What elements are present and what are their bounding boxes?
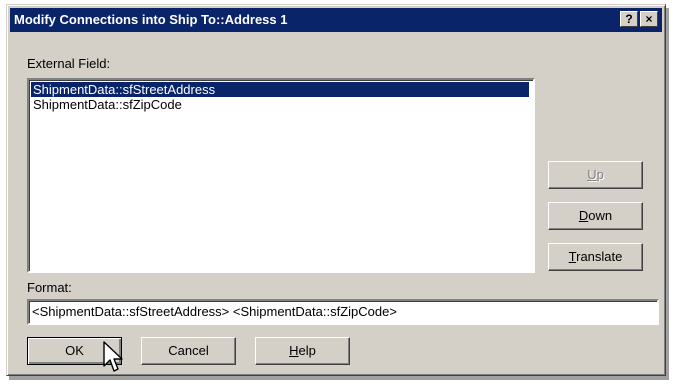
window-title: Modify Connections into Ship To::Address… <box>14 12 288 27</box>
translate-button[interactable]: Translate <box>548 243 643 271</box>
help-title-button[interactable]: ? <box>620 11 638 27</box>
arrow-cursor-icon <box>103 341 123 372</box>
down-button[interactable]: Down <box>548 202 643 230</box>
list-item[interactable]: ShipmentData::sfStreetAddress <box>31 82 529 97</box>
help-label-rest: elp <box>298 343 316 358</box>
external-field-label: External Field: <box>27 56 111 71</box>
modify-connections-dialog: Modify Connections into Ship To::Address… <box>6 4 666 376</box>
title-bar[interactable]: Modify Connections into Ship To::Address… <box>10 8 662 32</box>
close-button[interactable]: × <box>640 11 658 27</box>
up-label-rest: p <box>596 167 604 182</box>
up-button[interactable]: Up <box>548 161 643 189</box>
format-field[interactable]: <ShipmentData::sfStreetAddress> <Shipmen… <box>27 299 659 325</box>
up-mnemonic: U <box>587 167 597 182</box>
format-label: Format: <box>27 280 72 295</box>
translate-mnemonic: T <box>568 249 577 264</box>
help-button[interactable]: Help <box>255 337 350 365</box>
list-item[interactable]: ShipmentData::sfZipCode <box>31 97 184 112</box>
help-mnemonic: H <box>289 343 299 358</box>
cancel-button[interactable]: Cancel <box>141 337 236 365</box>
down-label-rest: own <box>588 208 613 223</box>
down-mnemonic: D <box>578 208 589 223</box>
external-field-listbox[interactable]: ShipmentData::sfStreetAddress ShipmentDa… <box>27 78 535 273</box>
translate-label-rest: ranslate <box>576 249 623 264</box>
